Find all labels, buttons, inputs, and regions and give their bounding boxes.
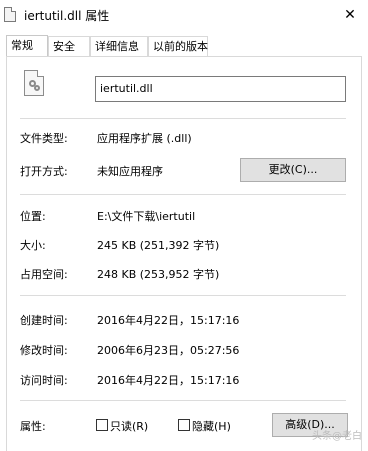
created-value: 2016年4月22日，15:17:16 — [97, 314, 240, 327]
close-icon[interactable]: ✕ — [340, 5, 360, 25]
tab-security[interactable]: 安全 — [48, 36, 90, 56]
created-label: 创建时间: — [20, 314, 68, 327]
size-on-disk-value: 248 KB (253,952 字节) — [97, 268, 220, 281]
file-type-label: 文件类型: — [20, 132, 68, 145]
separator — [20, 194, 346, 195]
size-value: 245 KB (251,392 字节) — [97, 239, 220, 252]
window-title: iertutil.dll 属性 — [24, 9, 110, 23]
opens-with-value: 未知应用程序 — [97, 165, 163, 178]
separator — [20, 118, 346, 119]
location-value: E:\文件下载\iertutil — [97, 210, 196, 223]
accessed-label: 访问时间: — [20, 374, 68, 387]
change-button[interactable]: 更改(C)... — [240, 158, 346, 182]
title-bar: iertutil.dll 属性 ✕ — [0, 0, 368, 32]
size-on-disk-label: 占用空间: — [20, 268, 68, 281]
accessed-value: 2016年4月22日，15:17:16 — [97, 374, 240, 387]
hidden-checkbox[interactable] — [178, 419, 190, 431]
separator — [20, 400, 346, 401]
tab-previous-versions[interactable]: 以前的版本 — [148, 36, 208, 56]
modified-value: 2006年6月23日，05:27:56 — [97, 344, 240, 357]
location-label: 位置: — [20, 210, 46, 223]
opens-with-label: 打开方式: — [20, 165, 68, 178]
readonly-label[interactable]: 只读(R) — [110, 418, 148, 434]
tab-details[interactable]: 详细信息 — [90, 36, 148, 56]
general-panel — [6, 56, 362, 451]
watermark: 头条@老白 — [312, 431, 362, 442]
gear-icon — [34, 85, 40, 91]
separator — [20, 295, 346, 296]
file-name-input[interactable]: iertutil.dll — [95, 76, 346, 102]
attributes-label: 属性: — [20, 420, 46, 433]
dll-file-icon — [4, 7, 16, 22]
dll-file-icon — [24, 70, 44, 96]
file-fold — [37, 70, 44, 77]
hidden-label[interactable]: 隐藏(H) — [192, 418, 231, 434]
tab-general[interactable]: 常规 — [6, 35, 48, 57]
file-type-value: 应用程序扩展 (.dll) — [97, 132, 192, 145]
size-label: 大小: — [20, 239, 46, 252]
readonly-checkbox[interactable] — [96, 419, 108, 431]
modified-label: 修改时间: — [20, 344, 68, 357]
